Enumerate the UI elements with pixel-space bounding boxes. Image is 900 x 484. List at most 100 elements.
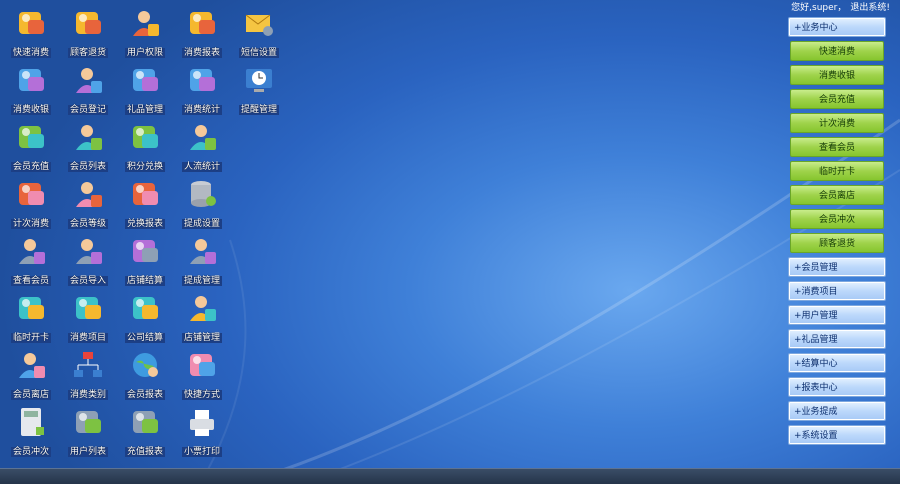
desktop-icon[interactable]: 短信设置 — [231, 6, 287, 58]
network-card-icon — [3, 291, 59, 325]
desktop-icon[interactable]: 提成设置 — [174, 177, 230, 229]
desktop-icon[interactable]: 用户权限 — [117, 6, 173, 58]
desktop-icon-label: 用户权限 — [124, 48, 165, 58]
menu-section-header[interactable]: +消费项目 — [788, 281, 886, 301]
user-key-icon — [117, 6, 173, 40]
desktop-icon-label: 会员充值 — [10, 162, 51, 172]
menu-item[interactable]: 查看会员 — [790, 137, 884, 157]
desktop-icon[interactable]: 用户列表 — [60, 405, 116, 457]
desktop-icon-label: 兑换报表 — [124, 219, 165, 229]
desktop-icon[interactable]: 会员冲次 — [3, 405, 59, 457]
menu-section-header[interactable]: +礼品管理 — [788, 329, 886, 349]
desktop-icon-label: 会员冲次 — [10, 447, 51, 457]
desktop-icon[interactable]: 消费收银 — [3, 63, 59, 115]
desktop-icon[interactable]: 会员离店 — [3, 348, 59, 400]
desktop-icon-label: 公司结算 — [124, 333, 165, 343]
blocks-icon — [117, 291, 173, 325]
desktop-icon[interactable]: 顾客退货 — [60, 6, 116, 58]
globe-user-icon — [3, 348, 59, 382]
menu-section-header[interactable]: +会员管理 — [788, 257, 886, 277]
desktop-icon[interactable]: 积分兑换 — [117, 120, 173, 172]
desktop-icon[interactable]: 礼品管理 — [117, 63, 173, 115]
desktop-icon[interactable]: 公司结算 — [117, 291, 173, 343]
desktop-icon-label: 礼品管理 — [124, 105, 165, 115]
desktop-icon[interactable]: 临时开卡 — [3, 291, 59, 343]
desktop-icon-label: 计次消费 — [10, 219, 51, 229]
menu-item[interactable]: 会员冲次 — [790, 209, 884, 229]
desktop-icon-label: 店铺结算 — [124, 276, 165, 286]
menu-item[interactable]: 会员离店 — [790, 185, 884, 205]
menu-item[interactable]: 消费收银 — [790, 65, 884, 85]
menu-item[interactable]: 顾客退货 — [790, 233, 884, 253]
database-icon — [174, 177, 230, 211]
menu-item[interactable]: 快速消费 — [790, 41, 884, 61]
menu-section-header[interactable]: +结算中心 — [788, 353, 886, 373]
desktop-icon[interactable]: 会员充值 — [3, 120, 59, 172]
report-chart-icon — [117, 177, 173, 211]
desktop-icon[interactable]: 兑换报表 — [117, 177, 173, 229]
user-register-icon — [60, 63, 116, 97]
return-arrow-icon — [60, 6, 116, 40]
desktop-icon-label: 快速消费 — [10, 48, 51, 58]
desktop-icon[interactable]: 人流统计 — [174, 120, 230, 172]
desktop-icon-label: 会员离店 — [10, 390, 51, 400]
menu-item[interactable]: 会员充值 — [790, 89, 884, 109]
desktop-icon[interactable]: 会员列表 — [60, 120, 116, 172]
desktop-icon-label: 消费项目 — [67, 333, 108, 343]
desktop-icon-label: 提醒管理 — [238, 105, 279, 115]
menu-item[interactable]: 计次消费 — [790, 113, 884, 133]
desktop-icon[interactable]: 快捷方式 — [174, 348, 230, 400]
desktop-icon-label: 临时开卡 — [10, 333, 51, 343]
desktop-icon[interactable]: 提成管理 — [174, 234, 230, 286]
desktop-icon[interactable]: 小票打印 — [174, 405, 230, 457]
desktop-icon-label: 提成设置 — [181, 219, 222, 229]
menu-section-header[interactable]: +业务中心 — [788, 17, 886, 37]
desktop-icon-label: 店铺管理 — [181, 333, 222, 343]
desktop-icon[interactable]: 提醒管理 — [231, 63, 287, 115]
desktop-icon[interactable]: 会员登记 — [60, 63, 116, 115]
user-level-icon — [60, 177, 116, 211]
menu-section-header[interactable]: +报表中心 — [788, 377, 886, 397]
logout-link[interactable]: 退出系统! — [850, 3, 890, 13]
user-info: 您好,super， 退出系统! — [787, 0, 890, 13]
desktop-icon[interactable]: 消费项目 — [60, 291, 116, 343]
desktop-icon-label: 会员列表 — [67, 162, 108, 172]
desktop-icon[interactable]: 会员导入 — [60, 234, 116, 286]
desktop-icon-label: 用户列表 — [67, 447, 108, 457]
user-list-icon — [60, 120, 116, 154]
desktop-icon[interactable]: 消费类别 — [60, 348, 116, 400]
desktop-icon[interactable]: 消费报表 — [174, 6, 230, 58]
menu-section-header[interactable]: +系统设置 — [788, 425, 886, 445]
printer-icon — [174, 405, 230, 439]
desktop-icon[interactable]: 查看会员 — [3, 234, 59, 286]
desktop-icon-label: 消费收银 — [10, 105, 51, 115]
desktop-icon[interactable]: 快速消费 — [3, 6, 59, 58]
desktop-icon[interactable]: 会员报表 — [117, 348, 173, 400]
menu-section-header[interactable]: +业务提成 — [788, 401, 886, 421]
desktop-icon[interactable]: 会员等级 — [60, 177, 116, 229]
desktop-icon-label: 消费类别 — [67, 390, 108, 400]
desktop-icon[interactable]: 店铺结算 — [117, 234, 173, 286]
desktop-icon-label: 顾客退货 — [67, 48, 108, 58]
desktop-icon-label: 查看会员 — [10, 276, 51, 286]
desktop-icon[interactable]: 消费统计 — [174, 63, 230, 115]
taskbar — [0, 468, 900, 484]
register-icon — [3, 177, 59, 211]
menu-item[interactable]: 临时开卡 — [790, 161, 884, 181]
exchange-icon — [117, 120, 173, 154]
cash-register-icon — [3, 63, 59, 97]
statistics-icon — [174, 63, 230, 97]
desktop-icon[interactable]: 计次消费 — [3, 177, 59, 229]
desktop-icon-label: 短信设置 — [238, 48, 279, 58]
desktop-icon[interactable]: 店铺管理 — [174, 291, 230, 343]
user-view-icon — [3, 234, 59, 268]
box-list-icon — [60, 405, 116, 439]
desktop-icon-label: 充值报表 — [124, 447, 165, 457]
basket-icon — [60, 291, 116, 325]
desktop-icon[interactable]: 充值报表 — [117, 405, 173, 457]
menu-section-header[interactable]: +用户管理 — [788, 305, 886, 325]
greeting-text: 您好,super， — [791, 3, 847, 13]
desktop-icon-label: 会员等级 — [67, 219, 108, 229]
desktop-icon-label: 小票打印 — [181, 447, 222, 457]
sitemap-icon — [60, 348, 116, 382]
